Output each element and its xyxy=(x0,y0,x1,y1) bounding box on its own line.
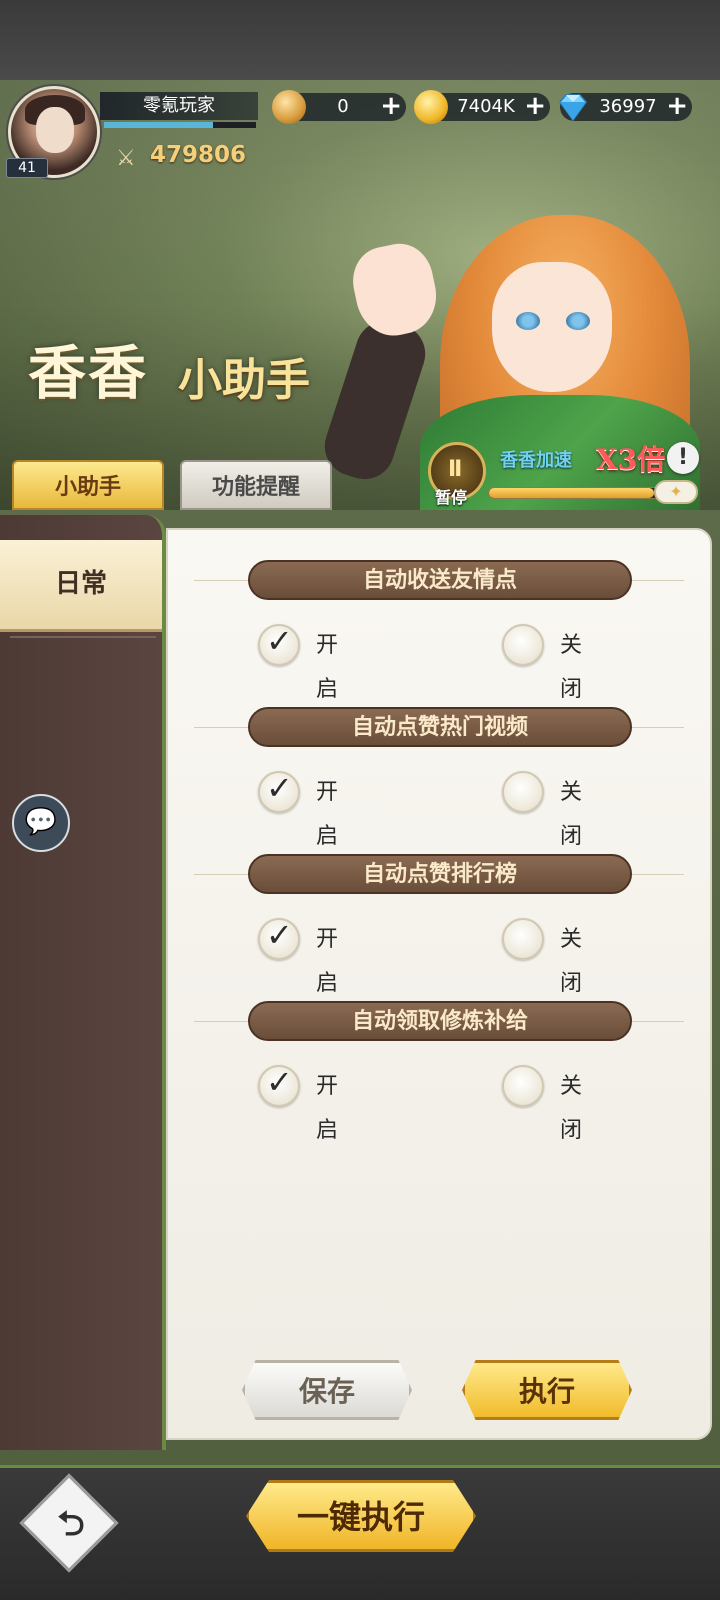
option-label: 关闭 xyxy=(560,1074,583,1143)
title-name: 香香 xyxy=(28,339,149,407)
back-arrow-icon: ⮌ xyxy=(57,1504,85,1544)
sidebar-item-daily[interactable]: 日常 xyxy=(0,540,162,632)
level-badge: 41 xyxy=(6,158,48,178)
checkmark-icon: ✓ xyxy=(266,1063,293,1101)
crossed-swords-icon: ⚔ xyxy=(116,146,136,171)
info-icon[interactable]: ! xyxy=(667,442,699,474)
option-label: 关闭 xyxy=(560,780,583,849)
checkmark-icon: ✓ xyxy=(266,622,293,660)
sidebar xyxy=(0,515,166,1450)
gold-coin-icon xyxy=(414,90,448,124)
section-title: 自动点赞热门视频 xyxy=(351,714,528,740)
character-face xyxy=(492,262,612,392)
radio-off[interactable] xyxy=(502,918,544,960)
radio-off[interactable] xyxy=(502,624,544,666)
section-title: 自动点赞排行榜 xyxy=(362,861,517,887)
section-header-leaderboard: 自动点赞排行榜 xyxy=(248,854,632,894)
option-label: 开启 xyxy=(316,780,339,849)
avatar-face xyxy=(36,107,74,153)
option-label: 开启 xyxy=(316,633,339,702)
settings-content xyxy=(166,528,712,1440)
pause-icon: II xyxy=(448,457,462,482)
progress-fill xyxy=(489,488,654,498)
bronze-coin-icon xyxy=(272,90,306,124)
diamond-icon xyxy=(556,90,590,124)
xp-bar xyxy=(104,122,256,128)
save-button[interactable]: 保存 xyxy=(242,1360,412,1420)
radio-on[interactable]: ✓ xyxy=(258,916,300,960)
option-label: 关闭 xyxy=(560,633,583,702)
section-title: 自动收送友情点 xyxy=(362,567,517,593)
combat-power: 479806 xyxy=(150,142,247,168)
sparkle-icon: ✦ xyxy=(654,480,698,504)
pause-label: 暂停 xyxy=(435,488,468,507)
add-diamond-button[interactable]: + xyxy=(666,93,688,119)
option-label: 关闭 xyxy=(560,927,583,996)
speed-boost-label: 香香加速 xyxy=(500,450,572,471)
add-gold-button[interactable]: + xyxy=(524,93,546,119)
checkmark-icon: ✓ xyxy=(266,769,293,807)
section-title: 自动领取修炼补给 xyxy=(351,1008,528,1034)
chat-icon[interactable]: 💬 xyxy=(12,794,70,852)
one-key-execute-button[interactable]: 一键执行 xyxy=(246,1480,476,1552)
page-title: 香香 小助手 xyxy=(28,326,348,410)
character-eye-right xyxy=(566,312,590,330)
radio-on[interactable]: ✓ xyxy=(258,769,300,813)
character-eye-left xyxy=(516,312,540,330)
currency-value: 7404K xyxy=(457,96,515,117)
add-bronze-button[interactable]: + xyxy=(380,93,402,119)
tab-assistant[interactable]: 小助手 xyxy=(12,460,164,510)
radio-on[interactable]: ✓ xyxy=(258,622,300,666)
section-header-friendship: 自动收送友情点 xyxy=(248,560,632,600)
checkmark-icon: ✓ xyxy=(266,916,293,954)
xp-fill xyxy=(104,122,214,128)
section-header-training-supply: 自动领取修炼补给 xyxy=(248,1001,632,1041)
sidebar-divider xyxy=(10,636,156,638)
currency-gold: 7404K + xyxy=(414,90,550,124)
radio-off[interactable] xyxy=(502,1065,544,1107)
top-status-area xyxy=(0,0,720,80)
option-label: 开启 xyxy=(316,927,339,996)
section-header-hot-videos: 自动点赞热门视频 xyxy=(248,707,632,747)
player-name: 零氪玩家 xyxy=(100,92,258,120)
title-sub: 小助手 xyxy=(178,355,310,406)
option-label: 开启 xyxy=(316,1074,339,1143)
currency-diamond: 36997 + xyxy=(559,93,692,122)
sidebar-item-label: 日常 xyxy=(54,569,107,599)
currency-value: 36997 xyxy=(599,96,657,117)
radio-off[interactable] xyxy=(502,771,544,813)
currency-bronze: 0 + xyxy=(272,90,406,124)
speed-multiplier: X3倍 xyxy=(596,443,666,476)
radio-on[interactable]: ✓ xyxy=(258,1063,300,1107)
currency-value: 0 xyxy=(337,96,349,117)
execute-button[interactable]: 执行 xyxy=(462,1360,632,1420)
tab-function-reminder[interactable]: 功能提醒 xyxy=(180,460,332,510)
